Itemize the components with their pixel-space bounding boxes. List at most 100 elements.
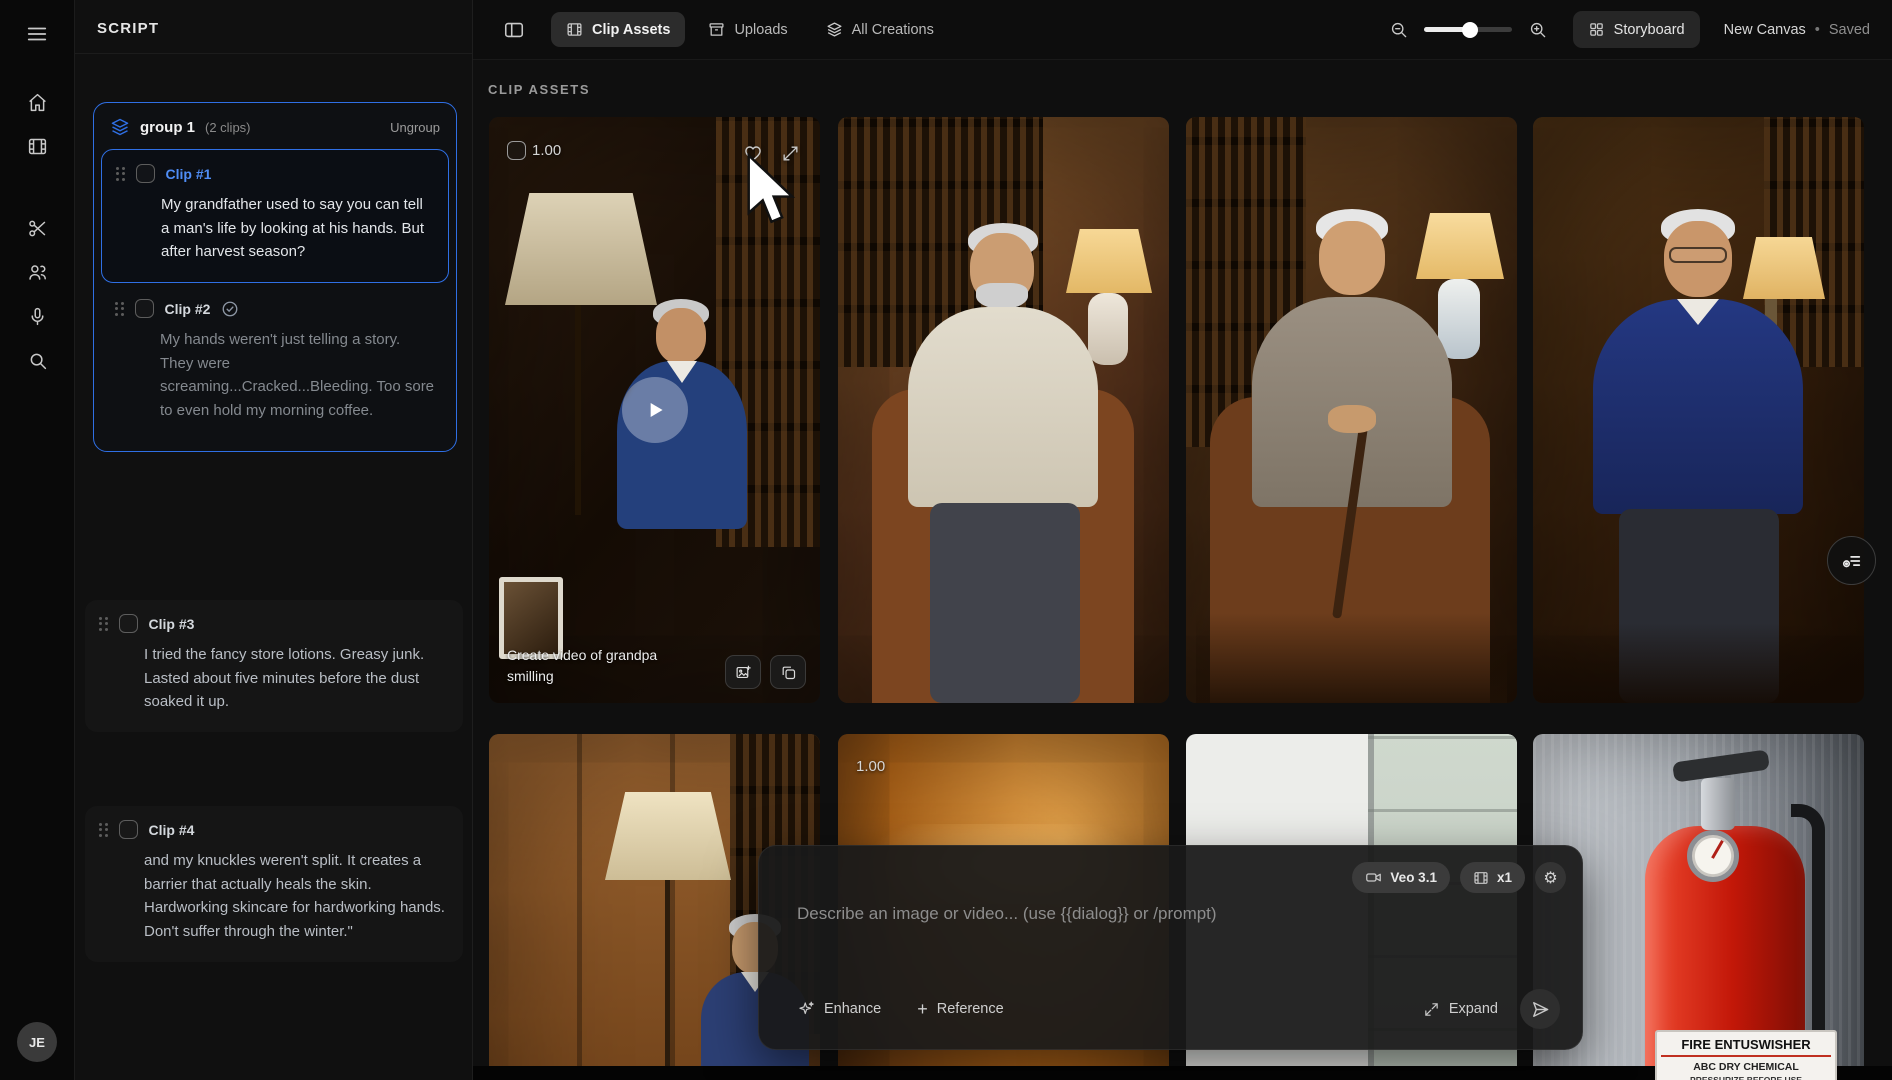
duration-label: 1.00 bbox=[856, 758, 885, 775]
nav-edit-button[interactable] bbox=[15, 206, 59, 250]
extinguisher-label: FIRE ENTUSWISHER ABC DRY CHEMICAL PRESSU… bbox=[1655, 1030, 1837, 1080]
asset-thumbnail bbox=[838, 117, 1169, 703]
clip-1-checkbox[interactable] bbox=[136, 164, 155, 183]
asset-card-video[interactable]: 1.00 Create video of grandpa smilling bbox=[489, 117, 820, 703]
clip-1-label: Clip #1 bbox=[166, 166, 212, 182]
drag-handle-icon[interactable] bbox=[115, 302, 124, 316]
panel-toggle-button[interactable] bbox=[503, 19, 525, 41]
clip-2-card[interactable]: Clip #2 My hands weren't just telling a … bbox=[101, 285, 449, 441]
nav-search-button[interactable] bbox=[15, 338, 59, 382]
person-figure bbox=[900, 223, 1106, 703]
group-name: group 1 bbox=[140, 119, 195, 136]
layers-group-icon bbox=[110, 117, 130, 137]
model-label: Veo 3.1 bbox=[1390, 870, 1437, 885]
clip-3-label: Clip #3 bbox=[149, 616, 195, 632]
group-header: group 1 (2 clips) Ungroup bbox=[94, 103, 456, 145]
clip-4-label: Clip #4 bbox=[149, 822, 195, 838]
clip-2-label: Clip #2 bbox=[165, 301, 211, 317]
reference-label: Reference bbox=[937, 1001, 1004, 1017]
enhance-label: Enhance bbox=[824, 1001, 881, 1017]
asset-checkbox[interactable] bbox=[507, 141, 526, 160]
saved-status: Saved bbox=[1829, 22, 1870, 38]
users-icon bbox=[27, 262, 48, 283]
model-selector[interactable]: Veo 3.1 bbox=[1352, 862, 1450, 893]
clip-1-card[interactable]: Clip #1 My grandfather used to say you c… bbox=[101, 149, 449, 283]
nav-clips-button[interactable] bbox=[15, 124, 59, 168]
grid-icon bbox=[1588, 21, 1605, 38]
main-topbar: Clip Assets Uploads All Creations bbox=[473, 0, 1892, 60]
paper-plane-icon bbox=[1531, 1000, 1550, 1019]
asset-card[interactable] bbox=[1186, 117, 1517, 703]
multiplier-label: x1 bbox=[1497, 870, 1512, 885]
expand-icon[interactable] bbox=[781, 144, 800, 163]
tab-label: All Creations bbox=[852, 22, 934, 38]
clip-1-text[interactable]: My grandfather used to say you can tell … bbox=[161, 193, 434, 264]
asset-caption: Create video of grandpa smilling bbox=[507, 645, 677, 687]
zoom-slider-handle[interactable] bbox=[1462, 22, 1478, 38]
tab-label: Uploads bbox=[734, 22, 787, 38]
use-as-image-button[interactable] bbox=[725, 655, 761, 689]
enhance-button[interactable]: Enhance bbox=[797, 1000, 881, 1018]
zoom-in-icon[interactable] bbox=[1528, 20, 1547, 39]
section-title: CLIP ASSETS bbox=[488, 82, 590, 97]
search-icon bbox=[27, 350, 48, 371]
user-avatar[interactable]: JE bbox=[17, 1022, 57, 1062]
play-button[interactable] bbox=[622, 377, 688, 443]
plus-icon: + bbox=[917, 1000, 928, 1018]
reference-button[interactable]: + Reference bbox=[917, 1000, 1003, 1018]
clip-3-text[interactable]: I tried the fancy store lotions. Greasy … bbox=[144, 643, 449, 714]
tab-label: Clip Assets bbox=[592, 22, 670, 38]
script-panel-title: SCRIPT bbox=[75, 0, 472, 54]
asset-tabs: Clip Assets Uploads All Creations bbox=[551, 12, 949, 47]
menu-button[interactable] bbox=[15, 12, 59, 56]
ungroup-button[interactable]: Ungroup bbox=[390, 120, 440, 135]
video-camera-icon bbox=[1365, 869, 1382, 886]
clip-2-checkbox[interactable] bbox=[135, 299, 154, 318]
storyboard-button[interactable]: Storyboard bbox=[1573, 11, 1700, 48]
clip-2-text[interactable]: My hands weren't just telling a story. T… bbox=[160, 328, 435, 423]
asset-card[interactable] bbox=[838, 117, 1169, 703]
clip-3-card[interactable]: Clip #3 I tried the fancy store lotions.… bbox=[85, 600, 463, 732]
nav-characters-button[interactable] bbox=[15, 250, 59, 294]
film-icon bbox=[1473, 870, 1489, 886]
expand-prompt-button[interactable]: Expand bbox=[1423, 1001, 1498, 1018]
tab-clip-assets[interactable]: Clip Assets bbox=[551, 12, 685, 47]
drag-handle-icon[interactable] bbox=[99, 823, 108, 837]
script-panel: SCRIPT group 1 (2 clips) Ungroup Clip #1… bbox=[75, 0, 473, 1080]
clip-3-checkbox[interactable] bbox=[119, 614, 138, 633]
expand-label: Expand bbox=[1449, 1001, 1498, 1017]
generations-queue-button[interactable] bbox=[1827, 536, 1876, 585]
duplicate-button[interactable] bbox=[770, 655, 806, 689]
hamburger-icon bbox=[26, 23, 48, 45]
clip-4-text[interactable]: and my knuckles weren't split. It create… bbox=[144, 849, 449, 944]
drag-handle-icon[interactable] bbox=[116, 167, 125, 181]
tab-all-creations[interactable]: All Creations bbox=[811, 12, 949, 47]
film-icon bbox=[566, 21, 583, 38]
nav-voice-button[interactable] bbox=[15, 294, 59, 338]
asset-card[interactable] bbox=[1533, 117, 1864, 703]
gear-icon: ⚙ bbox=[1543, 868, 1557, 888]
drag-handle-icon[interactable] bbox=[99, 617, 108, 631]
scissors-icon bbox=[27, 218, 48, 239]
layers-icon bbox=[826, 21, 843, 38]
canvas-status: New Canvas • Saved bbox=[1724, 22, 1870, 38]
prompt-input[interactable] bbox=[797, 904, 1457, 924]
prompt-bar: Veo 3.1 x1 ⚙ Enhance + Reference bbox=[758, 845, 1583, 1050]
zoom-slider[interactable] bbox=[1424, 27, 1512, 32]
zoom-out-icon[interactable] bbox=[1389, 20, 1408, 39]
storyboard-label: Storyboard bbox=[1614, 22, 1685, 38]
canvas-title[interactable]: New Canvas bbox=[1724, 22, 1806, 38]
output-count-selector[interactable]: x1 bbox=[1460, 862, 1525, 893]
nav-home-button[interactable] bbox=[15, 80, 59, 124]
settings-button[interactable]: ⚙ bbox=[1535, 862, 1566, 893]
clip-4-checkbox[interactable] bbox=[119, 820, 138, 839]
asset-thumbnail bbox=[1533, 117, 1864, 703]
check-circle-icon bbox=[221, 300, 239, 318]
clip-4-card[interactable]: Clip #4 and my knuckles weren't split. I… bbox=[85, 806, 463, 962]
tab-uploads[interactable]: Uploads bbox=[693, 12, 802, 47]
home-icon bbox=[27, 92, 48, 113]
send-button[interactable] bbox=[1520, 989, 1560, 1029]
favorite-heart-icon[interactable] bbox=[743, 143, 763, 163]
status-separator: • bbox=[1815, 22, 1820, 38]
group-clip-count: (2 clips) bbox=[205, 120, 251, 135]
